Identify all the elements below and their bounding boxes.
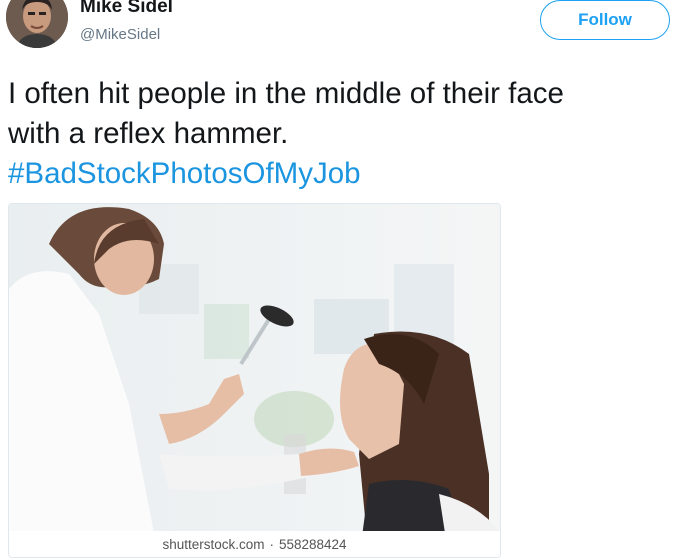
watermark-id: 558288424	[278, 536, 347, 552]
tweet-media-image[interactable]: shutterstock.com · 558288424	[8, 203, 501, 558]
hashtag-link[interactable]: #BadStockPhotosOfMyJob	[8, 154, 688, 194]
follow-button[interactable]: Follow	[540, 0, 670, 40]
image-watermark: shutterstock.com · 558288424	[9, 531, 500, 557]
author-display-name[interactable]: Mike Sidel	[80, 0, 173, 18]
author-handle[interactable]: @MikeSidel	[80, 26, 160, 43]
avatar-photo-icon	[6, 0, 68, 48]
tweet-text-line-2: with a reflex hammer.	[8, 117, 289, 150]
watermark-site: shutterstock.com	[162, 536, 265, 552]
tweet-text-line-1: I often hit people in the middle of thei…	[8, 77, 564, 110]
tweet-text: I often hit people in the middle of thei…	[8, 74, 688, 194]
watermark-separator: ·	[269, 536, 274, 552]
author-avatar[interactable]	[6, 0, 68, 48]
stock-photo-illustration	[9, 204, 500, 557]
